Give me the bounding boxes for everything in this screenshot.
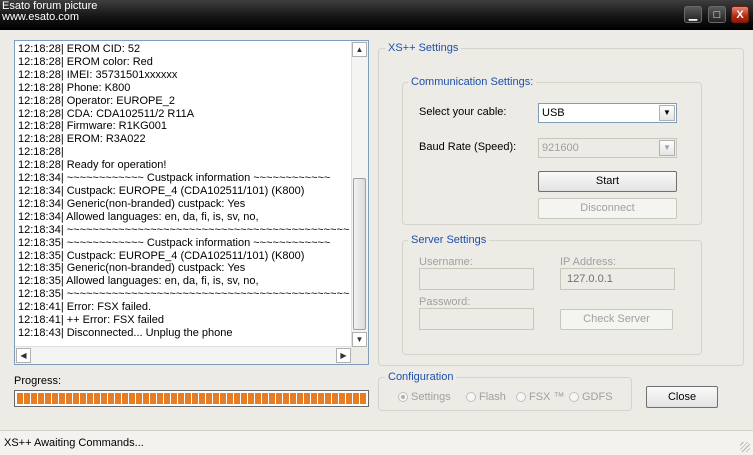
log-line: 12:18:35| Allowed languages: en, da, fi,…: [18, 275, 259, 288]
log-line: 12:18:28| Operator: EUROPE_2: [18, 94, 175, 107]
log-line: 12:18:28| CDA: CDA102511/2 R11A: [18, 107, 195, 120]
start-button[interactable]: Start: [538, 171, 677, 192]
log-output[interactable]: 12:18:28| EROM CID: 52 12:18:28| EROM col…: [14, 40, 369, 365]
chevron-down-icon[interactable]: ▼: [659, 140, 675, 156]
resize-grip-icon[interactable]: [740, 442, 750, 452]
log-line: 12:18:35| ~~~~~~~~~~~~ Custpack informat…: [18, 236, 331, 249]
xs-settings-group: XS++ Settings Communication Settings: Se…: [378, 42, 744, 366]
log-line: 12:18:28| EROM color: Red: [18, 55, 153, 68]
log-line: 12:18:35| Custpack: EUROPE_4 (CDA102511/…: [18, 249, 305, 262]
log-line: 12:18:28| Phone: K800: [18, 81, 131, 94]
scroll-corner: [351, 347, 368, 364]
check-server-button[interactable]: Check Server: [560, 309, 673, 330]
window-title: Esato forum picture www.esato.com: [2, 1, 97, 23]
log-line: 12:18:28| IMEI: 35731501xxxxxx: [18, 68, 178, 81]
minimize-button[interactable]: ▁: [684, 6, 702, 23]
radio-flash[interactable]: Flash: [466, 391, 506, 403]
radio-fsx-label: FSX ™: [529, 391, 565, 403]
username-field[interactable]: [419, 268, 534, 290]
scroll-up-icon[interactable]: ▲: [352, 42, 367, 57]
baud-rate-select[interactable]: 921600 ▼: [538, 138, 677, 158]
status-text: XS++ Awaiting Commands...: [4, 437, 144, 449]
log-line: 12:18:35| Generic(non-branded) custpack:…: [18, 262, 246, 275]
status-bar: XS++ Awaiting Commands...: [0, 430, 753, 455]
maximize-button[interactable]: □: [708, 6, 726, 23]
title-bar: Esato forum picture www.esato.com ▁ □ X: [0, 0, 753, 30]
log-line: 12:18:28| EROM: R3A022: [18, 133, 146, 146]
log-line: 12:18:43| Disconnected... Unplug the pho…: [18, 326, 233, 339]
cable-select[interactable]: USB ▼: [538, 103, 677, 123]
radio-settings-label: Settings: [411, 391, 451, 403]
maximize-icon: □: [713, 9, 721, 21]
progress-bar: [14, 390, 369, 407]
disconnect-button[interactable]: Disconnect: [538, 198, 677, 219]
xs-settings-title: XS++ Settings: [385, 42, 462, 54]
progress-fill: [17, 393, 366, 404]
server-settings-group: Server Settings Username: IP Address: 12…: [402, 234, 702, 355]
close-window-button[interactable]: X: [731, 6, 749, 23]
baud-rate-value: 921600: [542, 142, 579, 154]
baud-rate-label: Baud Rate (Speed):: [419, 141, 517, 153]
log-line: 12:18:28|: [18, 146, 64, 159]
radio-flash-label: Flash: [479, 391, 506, 403]
log-lines: 12:18:28| EROM CID: 52 12:18:28| EROM col…: [18, 43, 352, 340]
cable-label: Select your cable:: [419, 106, 507, 118]
log-line: 12:18:41| ++ Error: FSX failed: [18, 314, 164, 327]
scroll-down-icon[interactable]: ▼: [352, 332, 367, 347]
log-line: 12:18:35| ~~~~~~~~~~~~~~~~~~~~~~~~~~~~~~…: [18, 288, 350, 301]
radio-settings[interactable]: Settings: [398, 391, 451, 403]
password-field[interactable]: [419, 308, 534, 330]
chevron-down-icon[interactable]: ▼: [659, 105, 675, 121]
radio-gdfs-label: GDFS: [582, 391, 613, 403]
radio-icon: [516, 392, 526, 402]
radio-gdfs[interactable]: GDFS: [569, 391, 613, 403]
log-line: 12:18:34| Custpack: EUROPE_4 (CDA102511/…: [18, 184, 305, 197]
username-label: Username:: [419, 256, 473, 268]
log-line: 12:18:34| ~~~~~~~~~~~~~~~~~~~~~~~~~~~~~~…: [18, 223, 350, 236]
scroll-left-icon[interactable]: ◀: [16, 348, 31, 363]
server-settings-title: Server Settings: [408, 234, 490, 246]
log-line: 12:18:34| Generic(non-branded) custpack:…: [18, 197, 246, 210]
close-icon: X: [736, 9, 744, 21]
vertical-scrollbar[interactable]: ▲ ▼: [351, 41, 368, 348]
log-line: 12:18:28| Ready for operation!: [18, 159, 167, 172]
main-panel: 12:18:28| EROM CID: 52 12:18:28| EROM col…: [0, 30, 753, 430]
cable-select-value: USB: [542, 107, 565, 119]
ip-address-field[interactable]: 127.0.0.1: [560, 268, 675, 290]
radio-fsx[interactable]: FSX ™: [516, 391, 564, 403]
password-label: Password:: [419, 296, 471, 308]
log-line: 12:18:28| Firmware: R1KG001: [18, 120, 167, 133]
log-line: 12:18:34| Allowed languages: en, da, fi,…: [18, 210, 259, 223]
log-line: 12:18:34| ~~~~~~~~~~~~ Custpack informat…: [18, 172, 331, 185]
communication-settings-title: Communication Settings:: [408, 76, 537, 88]
radio-icon: [569, 392, 579, 402]
log-line: 12:18:28| EROM CID: 52: [18, 43, 141, 55]
title-line-2: www.esato.com: [2, 11, 80, 23]
communication-settings-group: Communication Settings: Select your cabl…: [402, 76, 702, 225]
ip-address-label: IP Address:: [560, 256, 617, 268]
horizontal-scrollbar[interactable]: ◀ ▶: [15, 346, 352, 364]
log-line: 12:18:41| Error: FSX failed.: [18, 301, 152, 314]
scroll-right-icon[interactable]: ▶: [336, 348, 351, 363]
configuration-title: Configuration: [385, 371, 457, 383]
progress-label: Progress:: [14, 375, 62, 387]
minimize-icon: ▁: [688, 9, 698, 21]
vertical-scroll-thumb[interactable]: [353, 178, 366, 330]
radio-icon: [466, 392, 476, 402]
radio-selected-icon: [398, 392, 408, 402]
close-button[interactable]: Close: [646, 386, 718, 408]
